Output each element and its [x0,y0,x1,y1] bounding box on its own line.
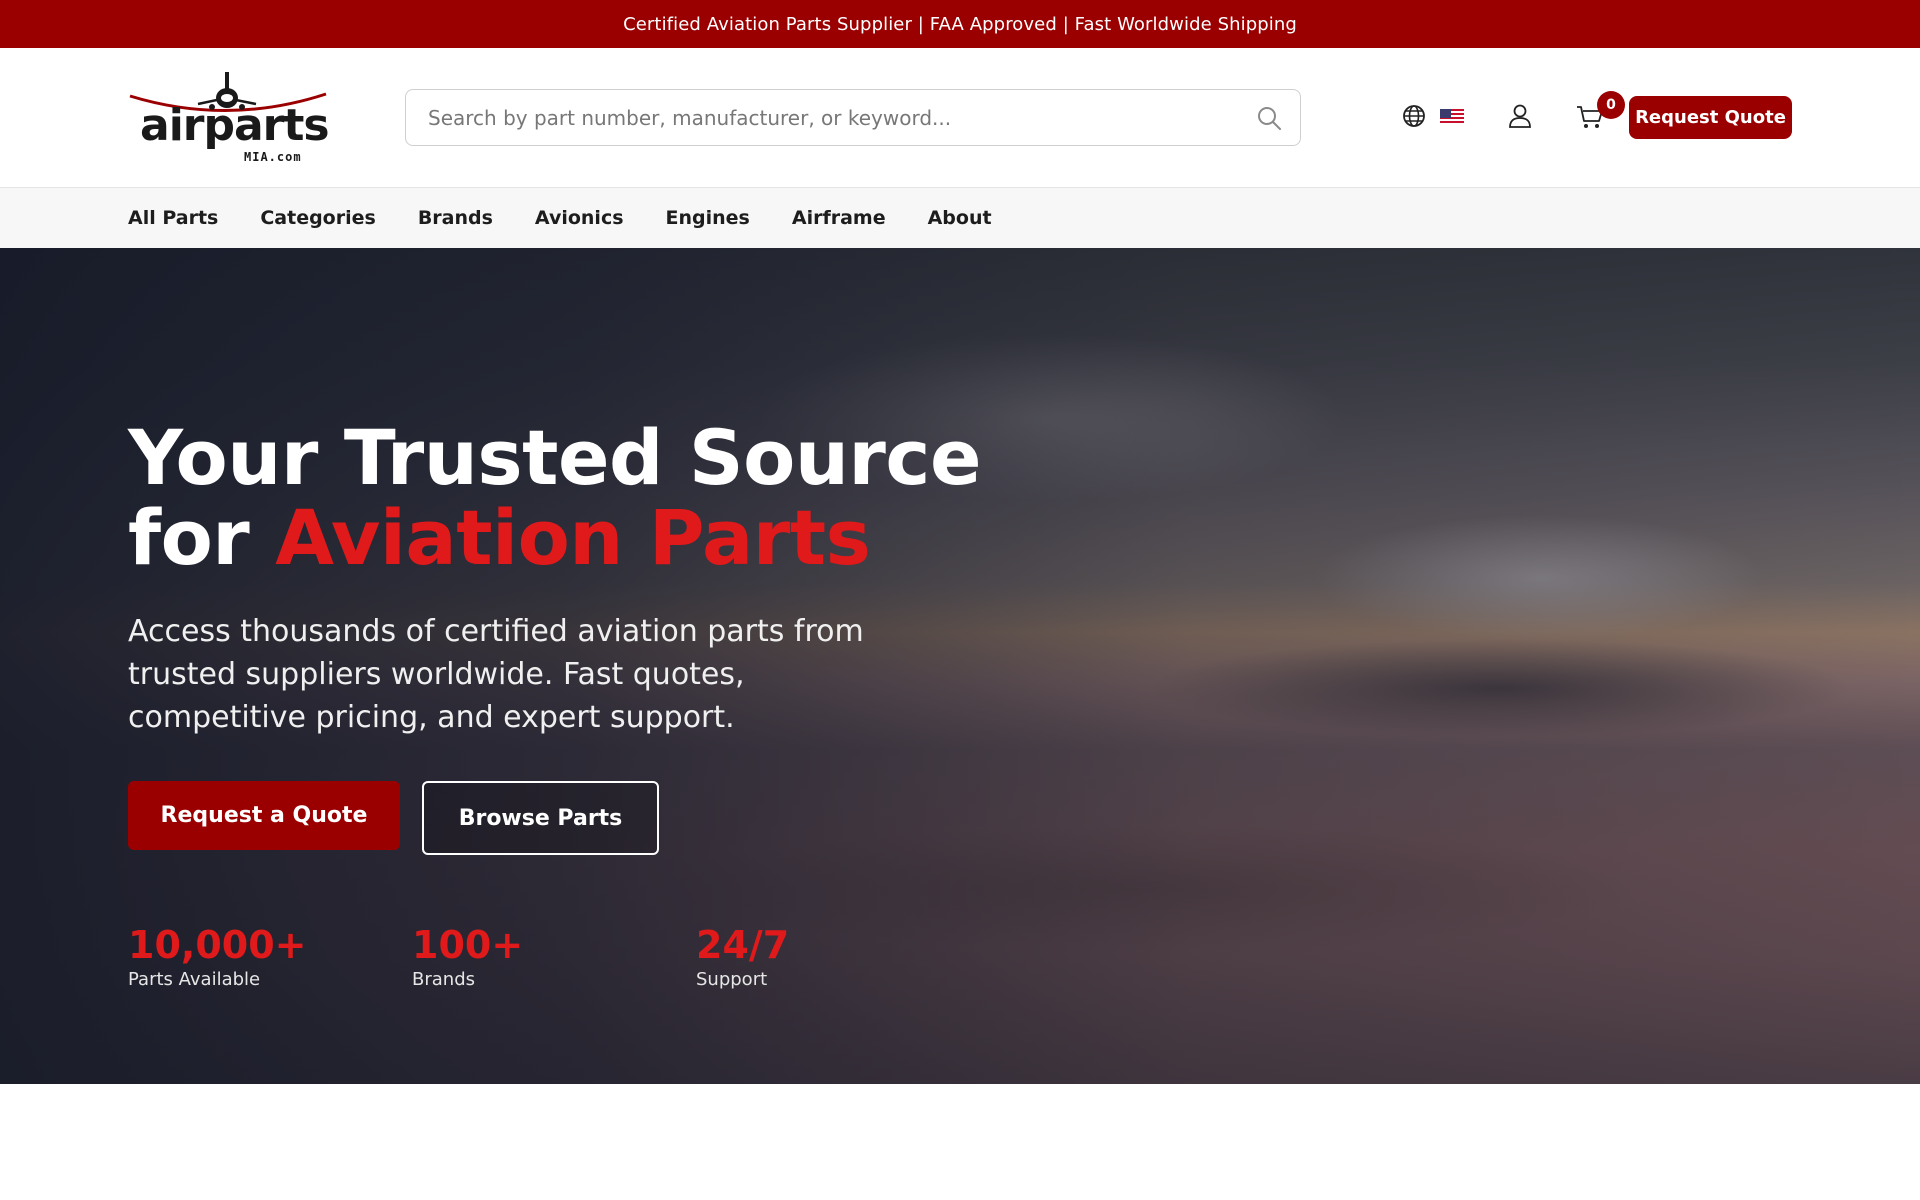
stat-value: 10,000+ [128,923,307,967]
cart-count-badge: 0 [1597,91,1625,119]
search-bar [405,89,1301,146]
logo-domain: MIA.com [244,150,302,164]
account-button[interactable] [1507,103,1533,129]
stat-label: Brands [412,969,475,990]
stat-brands: 100+ Brands [412,923,523,990]
nav-item-airframe[interactable]: Airframe [792,207,886,229]
hero-title-accent: Aviation Parts [275,493,871,582]
nav-item-avionics[interactable]: Avionics [535,207,624,229]
nav-item-about[interactable]: About [928,207,992,229]
search-input[interactable] [406,90,1226,145]
promo-bar: Certified Aviation Parts Supplier | FAA … [0,0,1920,48]
logo-wordmark: airparts [140,100,330,151]
language-selector[interactable] [1402,104,1426,128]
nav-item-engines[interactable]: Engines [666,207,750,229]
request-a-quote-button[interactable]: Request a Quote [128,781,400,850]
hero-section: Your Trusted Source for Aviation Parts A… [0,248,1920,1084]
browse-parts-button[interactable]: Browse Parts [422,781,659,855]
nav-item-categories[interactable]: Categories [260,207,375,229]
hero-title: Your Trusted Source for Aviation Parts [128,418,1028,578]
search-icon[interactable] [1256,105,1282,131]
request-quote-button[interactable]: Request Quote [1629,96,1792,139]
hero-subtitle: Access thousands of certified aviation p… [128,614,864,735]
us-flag-icon[interactable] [1440,109,1464,125]
nav-item-all-parts[interactable]: All Parts [128,207,218,229]
stat-label: Support [696,969,768,990]
stat-value: 100+ [412,923,524,967]
stat-support: 24/7 Support [696,923,789,990]
stat-value: 24/7 [696,923,790,967]
logo[interactable]: airparts MIA.com [128,68,330,168]
hero-title-line1: Your Trusted Source [128,413,982,502]
stat-label: Parts Available [128,969,261,990]
promo-text: Certified Aviation Parts Supplier | FAA … [623,13,1297,35]
stat-parts: 10,000+ Parts Available [128,923,306,990]
main-nav: All Parts Categories Brands Avionics Eng… [0,188,1920,248]
user-icon [1509,104,1531,128]
hero-title-prefix: for [128,493,276,582]
globe-icon [1403,105,1425,127]
nav-item-brands[interactable]: Brands [418,207,493,229]
